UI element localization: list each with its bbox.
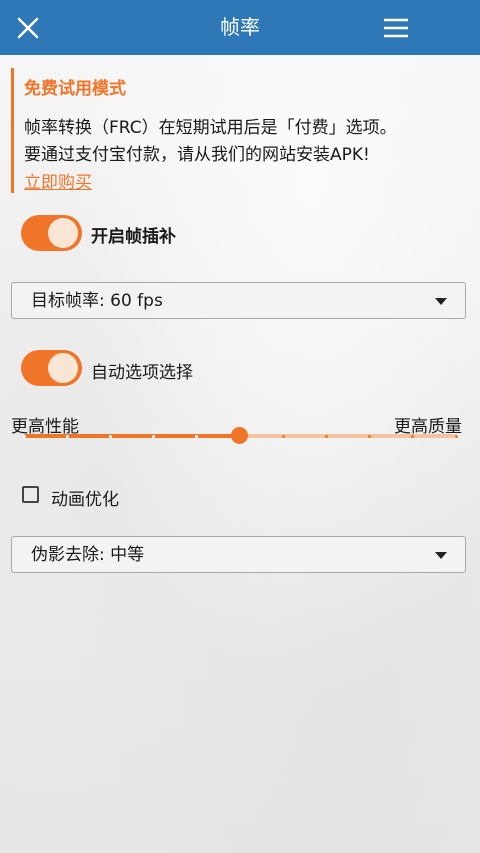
menu-button[interactable] <box>380 12 412 44</box>
artifact-removal-value: 伪影去除: 中等 <box>31 545 145 565</box>
auto-option-label: 自动选项选择 <box>91 363 193 383</box>
top-app-bar: 帧率 <box>0 0 480 55</box>
close-icon <box>17 17 39 39</box>
artifact-removal-dropdown[interactable]: 伪影去除: 中等 <box>11 536 466 573</box>
slider-tick <box>22 435 26 438</box>
toggle-knob <box>48 218 78 248</box>
dropdown-arrow-icon <box>435 298 447 305</box>
trial-description-line2: 要通过支付宝付款，请从我们的网站安装APK! <box>24 145 370 165</box>
trial-description-line1: 帧率转换（FRC）在短期试用后是「付费」选项。 <box>24 118 397 138</box>
toggle-knob <box>48 353 78 383</box>
slider-tick <box>65 435 69 438</box>
slider-tick <box>324 435 328 438</box>
animation-optimize-checkbox[interactable] <box>22 486 39 503</box>
slider-track-filled[interactable] <box>24 434 240 438</box>
close-button[interactable] <box>12 12 44 44</box>
slider-tick <box>108 435 112 438</box>
frame-interpolation-toggle[interactable] <box>21 215 82 251</box>
frame-interpolation-label: 开启帧插补 <box>91 227 176 247</box>
buy-now-link[interactable]: 立即购买 <box>24 168 92 193</box>
dropdown-arrow-icon <box>435 552 447 559</box>
trial-notice: 免费试用模式 帧率转换（FRC）在短期试用后是「付费」选项。 要通过支付宝付款，… <box>11 68 469 193</box>
page-title: 帧率 <box>220 15 260 39</box>
hamburger-menu-icon <box>384 18 408 38</box>
target-fps-dropdown[interactable]: 目标帧率: 60 fps <box>11 282 466 319</box>
slider-track-empty[interactable] <box>240 434 456 438</box>
trial-title: 免费试用模式 <box>24 79 126 99</box>
slider-tick <box>454 435 458 438</box>
slider-tick <box>281 435 285 438</box>
quality-slider-thumb[interactable] <box>231 427 248 444</box>
auto-option-toggle[interactable] <box>21 350 82 386</box>
animation-optimize-label: 动画优化 <box>51 490 119 510</box>
target-fps-value: 目标帧率: 60 fps <box>31 291 163 311</box>
